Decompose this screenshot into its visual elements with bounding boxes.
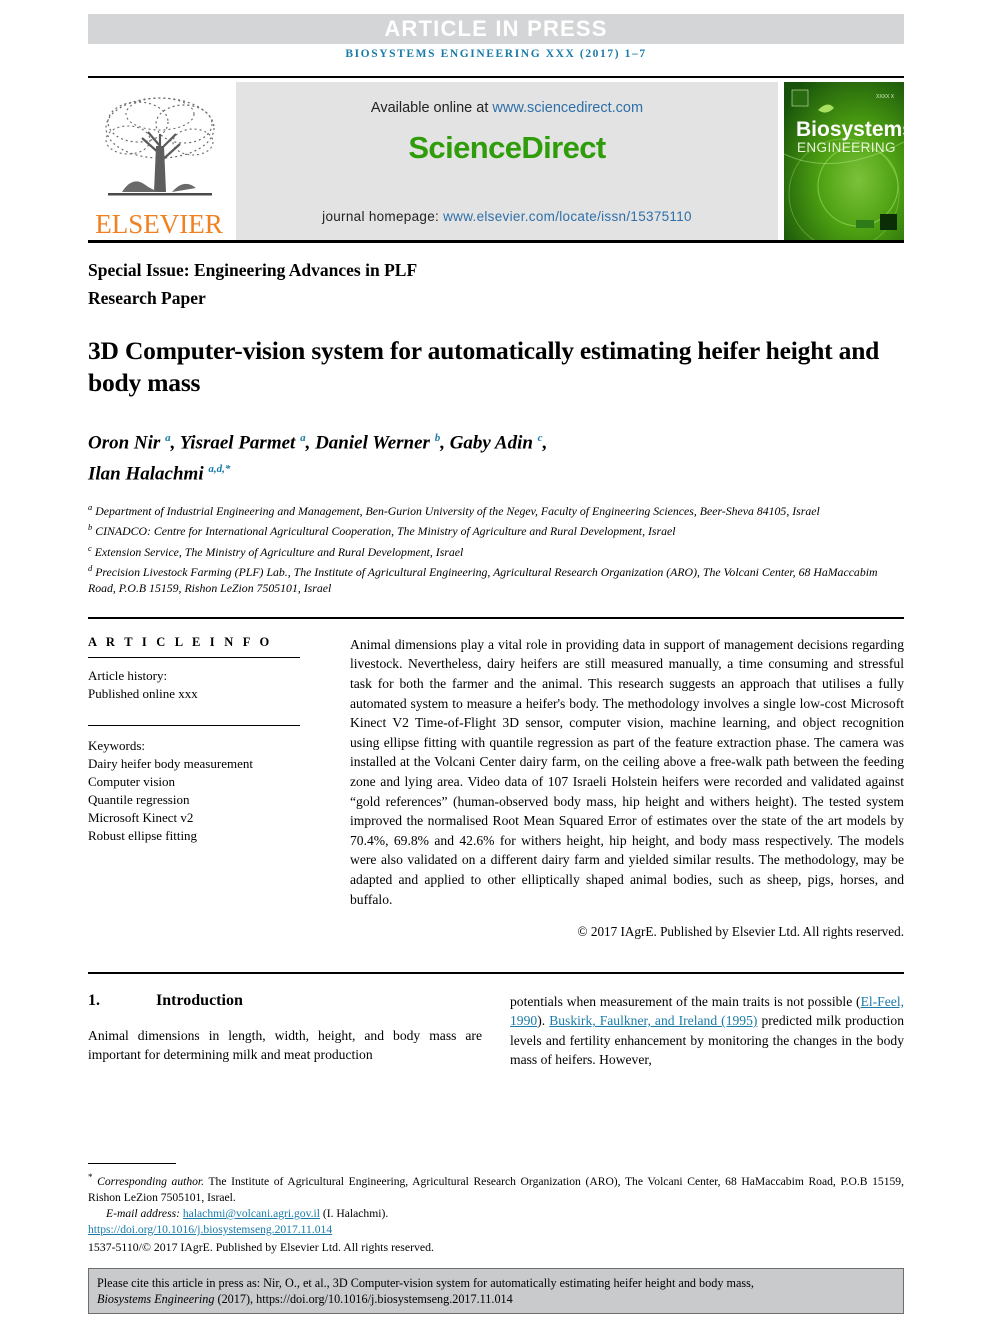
author-line-2: Ilan Halachmi a,d,* [88, 463, 231, 485]
affiliation-item: c Extension Service, The Ministry of Agr… [88, 542, 464, 559]
article-info-divider [88, 656, 300, 658]
cover-title-line1: Biosystems [796, 118, 904, 141]
sciencedirect-wordmark: ScienceDirect [236, 130, 778, 166]
elsevier-wordmark: ELSEVIER [95, 209, 223, 239]
footnote-rule [88, 1163, 176, 1164]
keyword-item: Dairy heifer body measurement [88, 755, 253, 771]
body-top-rule [88, 971, 904, 974]
affiliation-item: d Precision Livestock Farming (PLF) Lab.… [88, 562, 878, 596]
email-owner: (I. Halachmi). [319, 1206, 389, 1220]
citation-link-buskirk[interactable]: Buskirk, Faulkner, and Ireland (1995) [549, 1013, 757, 1028]
keywords-divider [88, 724, 300, 726]
keywords-block: Keywords: Dairy heifer body measurement … [88, 737, 320, 845]
journal-homepage-line: journal homepage: www.elsevier.com/locat… [236, 209, 778, 224]
footnote-corresponding-address: The Institute of Agricultural Engineerin… [88, 1174, 905, 1204]
paragraph-intro-right: potentials when measurement of the main … [510, 992, 904, 1070]
section-title: Introduction [156, 991, 243, 1009]
cover-title-line2: ENGINEERING [797, 140, 896, 155]
article-info-top-rule [88, 616, 904, 619]
cite-this-article-box: Please cite this article in press as: Ni… [88, 1268, 904, 1314]
body-column-right: potentials when measurement of the main … [510, 992, 904, 1070]
body-columns: 1. Introduction Animal dimensions in len… [88, 992, 904, 1070]
intro-text-pre: potentials when measurement of the main … [510, 993, 861, 1009]
paragraph-intro-left: Animal dimensions in length, width, heig… [88, 1027, 482, 1063]
footnote-doi-line: https://doi.org/10.1016/j.biosystemseng.… [88, 1222, 904, 1238]
journal-cover-image: XXXX X Biosystems ENGINEERING [784, 82, 904, 240]
email-link[interactable]: halachmi@volcani.agri.gov.il [183, 1207, 320, 1220]
elsevier-logo: ELSEVIER [88, 82, 230, 240]
article-content: Special Issue: Engineering Advances in P… [88, 258, 904, 1070]
affiliation-item: b CINADCO: Centre for International Agri… [88, 522, 676, 538]
article-history-block: Article history: Published online xxx [88, 667, 320, 703]
affiliation-item: a Department of Industrial Engineering a… [88, 501, 820, 518]
article-info-heading: A R T I C L E I N F O [88, 634, 273, 649]
elsevier-tree-icon [98, 92, 220, 210]
page-title: 3D Computer-vision system for automatica… [88, 336, 880, 397]
sciencedirect-banner: Available online at www.sciencedirect.co… [236, 82, 778, 240]
section-number: 1. [88, 991, 100, 1009]
footnote-corresponding-author: * Corresponding author. The Institute of… [88, 1169, 904, 1206]
info-and-abstract: A R T I C L E I N F O Article history: P… [88, 635, 904, 942]
footnote-issn-line: 1537-5110/© 2017 IAgrE. Published by Els… [88, 1239, 434, 1254]
article-type-label: Research Paper [88, 288, 206, 308]
sciencedirect-url-link[interactable]: www.sciencedirect.com [492, 100, 643, 116]
journal-homepage-link[interactable]: www.elsevier.com/locate/issn/15375110 [443, 209, 692, 224]
available-online-line: Available online at www.sciencedirect.co… [236, 100, 778, 116]
footnote-block: * Corresponding author. The Institute of… [88, 1163, 904, 1256]
keyword-item: Microsoft Kinect v2 [88, 809, 194, 825]
article-history-label: Article history: [88, 667, 168, 683]
section-heading-introduction: 1. Introduction [88, 992, 482, 1010]
affiliation-list: a Department of Industrial Engineering a… [88, 499, 904, 597]
cite-line-1: Please cite this article in press as: Ni… [97, 1276, 754, 1290]
article-in-press-banner: ARTICLE IN PRESS [88, 14, 904, 44]
special-issue-label: Special Issue: Engineering Advances in P… [88, 260, 418, 280]
sciencedirect-wordmark-text: ScienceDirect [408, 130, 606, 165]
journal-reference-line: BIOSYSTEMS ENGINEERING XXX (2017) 1–7 [345, 48, 647, 60]
article-first-page: ARTICLE IN PRESS BIOSYSTEMS ENGINEERING … [0, 0, 992, 1323]
author-line-1: Oron Nir a, Yisrael Parmet a, Daniel Wer… [88, 432, 548, 454]
abstract-text: Animal dimensions play a vital role in p… [350, 636, 904, 907]
journal-masthead: ELSEVIER Available online at www.science… [88, 76, 904, 240]
keywords-label: Keywords: [88, 737, 146, 753]
keyword-item: Quantile regression [88, 791, 190, 807]
journal-homepage-label: journal homepage: [322, 209, 444, 224]
keyword-item: Robust ellipse fitting [88, 827, 198, 843]
abstract-column: Animal dimensions play a vital role in p… [350, 635, 904, 942]
available-online-label: Available online at [370, 100, 493, 116]
footnote-corresponding-label: Corresponding author. [97, 1174, 205, 1188]
doi-link[interactable]: https://doi.org/10.1016/j.biosystemseng.… [88, 1223, 332, 1236]
keyword-item: Computer vision [88, 773, 176, 789]
article-history-value: Published online xxx [88, 685, 198, 701]
cite-line-2: Biosystems Engineering (2017), https://d… [97, 1291, 895, 1307]
email-address-label: E-mail address: [106, 1206, 180, 1220]
cite-journal-rest: (2017), https://doi.org/10.1016/j.biosys… [214, 1292, 513, 1306]
cover-issue-text: XXXX X [876, 94, 895, 100]
abstract-copyright: © 2017 IAgrE. Published by Elsevier Ltd.… [577, 924, 904, 940]
body-column-left: 1. Introduction Animal dimensions in len… [88, 992, 482, 1070]
intro-text-mid: ). [537, 1013, 550, 1029]
cite-journal-name: Biosystems Engineering [97, 1292, 215, 1306]
author-list: Oron Nir a, Yisrael Parmet a, Daniel Wer… [88, 425, 904, 488]
article-info-column: A R T I C L E I N F O Article history: P… [88, 635, 320, 942]
footnote-email-line: E-mail address: halachmi@volcani.agri.go… [88, 1206, 904, 1222]
footnote-asterisk: * [88, 1172, 93, 1182]
masthead-bottom-rule [88, 240, 904, 243]
